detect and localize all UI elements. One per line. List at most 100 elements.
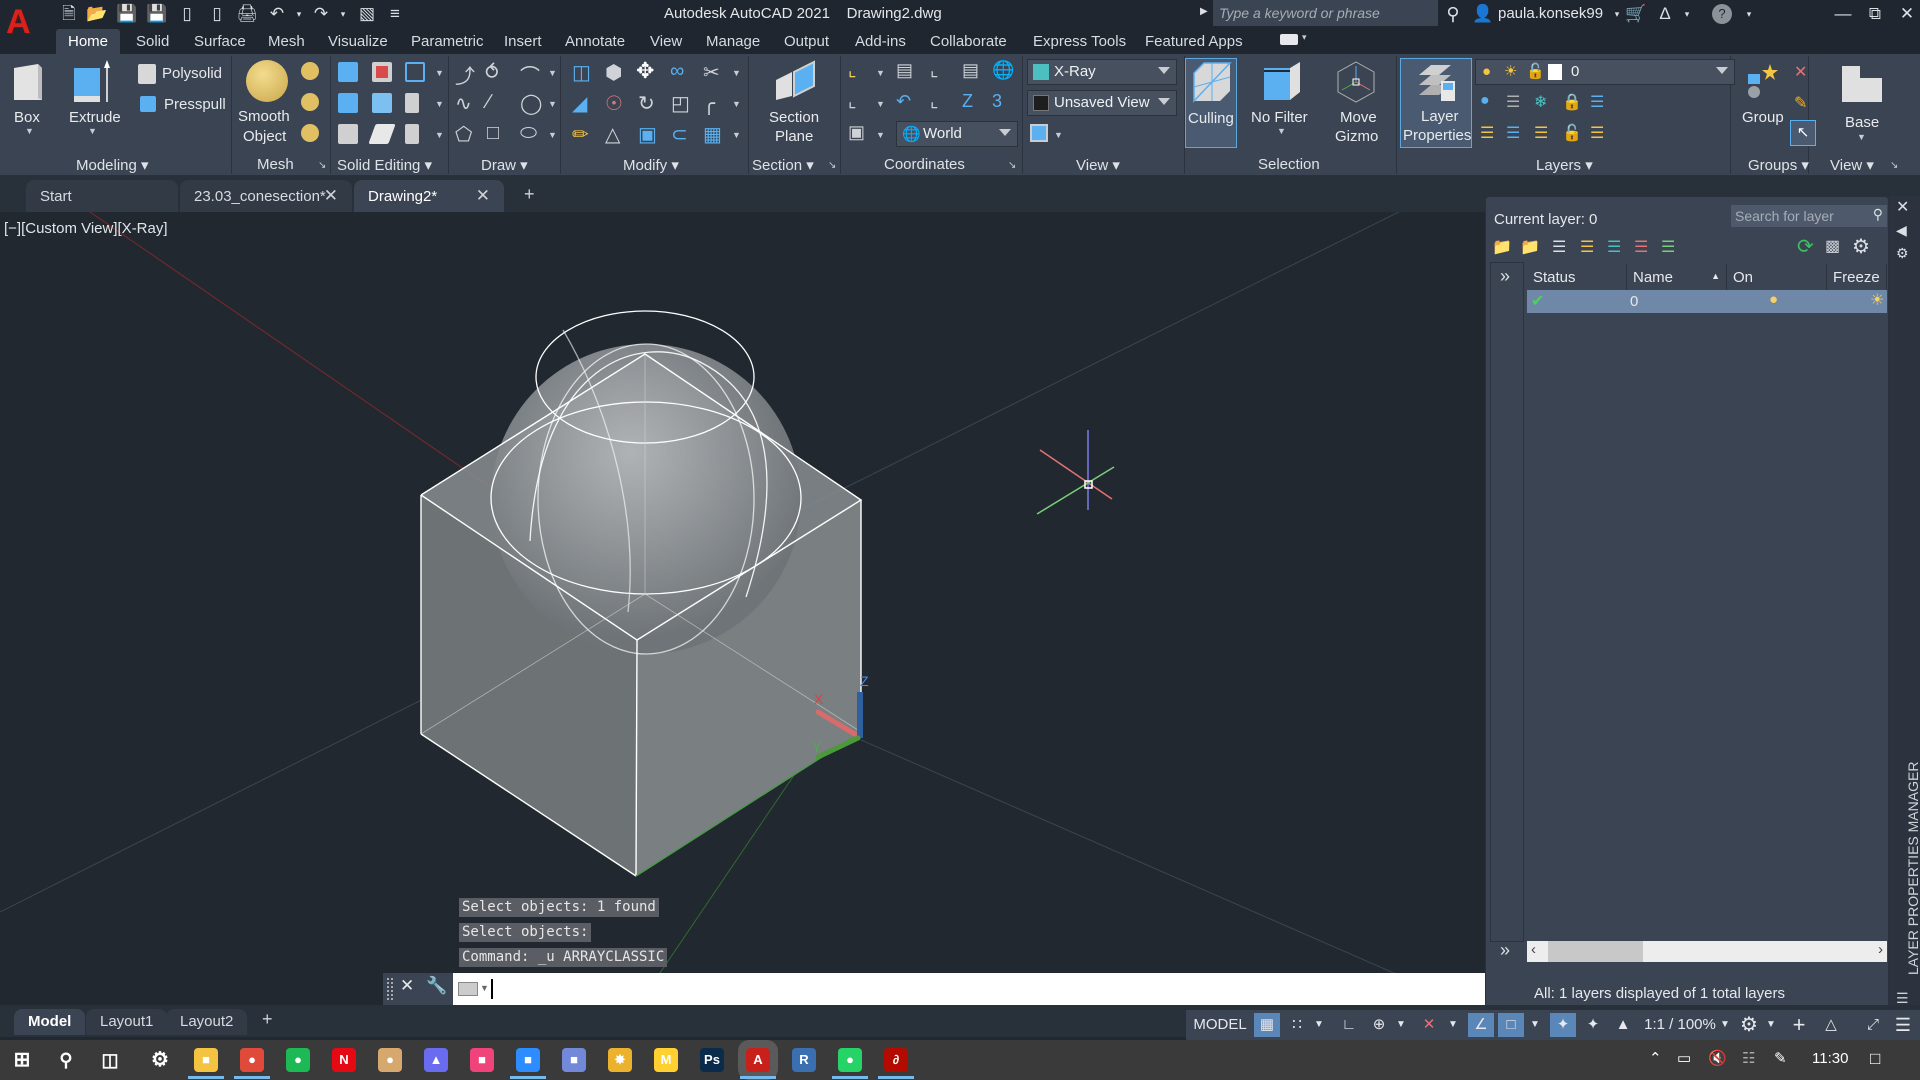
user-name[interactable]: paula.konsek99 [1498,5,1603,22]
view2-panel-label[interactable]: View ▾ [1830,156,1874,174]
command-close-icon[interactable]: ✕ [400,976,414,996]
palette-properties-icon[interactable]: ⚙ [1896,245,1909,262]
redo-icon[interactable]: ↷ [310,3,332,25]
ucs-world-icon[interactable]: 🌐 [992,60,1014,81]
taskbar-miro-icon[interactable]: M [654,1048,678,1072]
modeling-panel-label[interactable]: Modeling ▾ [76,156,149,174]
intersect-icon[interactable] [338,93,358,113]
group-selection-toggle-icon[interactable]: ↖ [1790,120,1816,146]
rectangle-icon[interactable]: □ [487,122,499,145]
polar-dropdown-icon[interactable]: ▼ [1394,1013,1408,1037]
stretch-icon[interactable]: ◰ [671,91,690,116]
ribbon-tab-home[interactable]: Home [56,29,121,54]
arc-icon[interactable]: ⌒ [520,60,540,89]
recent-commands-dropdown-icon[interactable]: ▼ [480,983,489,993]
offset-icon[interactable]: ⊂ [671,122,688,147]
palette-autohide-icon[interactable]: ◀ [1896,222,1907,239]
taskbar-autocad-icon[interactable]: A [746,1048,770,1072]
ribbon-tab-insert[interactable]: Insert [492,29,554,54]
taskbar-photoshop-icon[interactable]: Ps [700,1048,724,1072]
command-line-input[interactable]: ▼ ▲ [453,973,1533,1005]
column-name[interactable]: Name ▲ [1627,264,1727,292]
scale-icon[interactable]: ▣ [638,122,657,147]
ribbon-tab-view[interactable]: View [638,29,694,54]
scale-dropdown-icon[interactable]: ▼ [1718,1013,1732,1037]
ellipse-icon[interactable]: ⬭ [520,122,537,145]
layer-row[interactable]: ✔ 0 ● ☀ [1527,290,1887,313]
new-group-filter-icon[interactable]: 📁 [1520,237,1540,257]
isodraft-icon[interactable]: ✕ [1416,1013,1442,1037]
workspace-switching-gear-icon[interactable]: ⚙ [1736,1013,1762,1037]
line-icon[interactable]: ∕ [487,91,490,114]
circle-dropdown-icon[interactable]: ▼ [548,99,557,109]
layer-unisolate-icon[interactable]: ☰ [1506,123,1520,143]
ribbon-tab-visualize[interactable]: Visualize [316,29,400,54]
task-view-icon[interactable]: ◫ [98,1048,122,1072]
horizontal-scrollbar[interactable]: ‹ › [1527,941,1887,962]
layer-walk-icon[interactable]: ☰ [1590,123,1604,143]
ucs-named-icon[interactable]: ▤ [896,60,913,81]
extrude-dropdown-icon[interactable]: ▼ [88,126,97,136]
polar-tracking-icon[interactable]: ⊕ [1366,1013,1392,1037]
mesh-panel-label[interactable]: Mesh [257,156,294,173]
save-to-web-icon[interactable]: ▯ [206,3,228,25]
taskbar-chrome-icon[interactable]: ● [240,1048,264,1072]
taskbar-acrobat-icon[interactable]: ∂ [884,1048,908,1072]
ucs-face-icon[interactable]: ▣ [848,122,865,143]
isolate-objects-icon[interactable]: △ [1818,1013,1844,1037]
set-current-icon[interactable]: ☰ [1661,237,1675,257]
drawing-viewport[interactable]: X Y Z [0,212,1483,1012]
scrollbar-thumb[interactable] [1548,941,1643,962]
ucs-combo[interactable]: 🌐 World [896,121,1018,147]
taskbar-zoom-icon[interactable]: ■ [516,1048,540,1072]
settings-gear-icon[interactable]: ⚙ [1852,234,1870,259]
save-icon[interactable]: 💾 [116,3,138,25]
scale-3d-icon[interactable]: △ [605,122,620,147]
fillet-dropdown-icon[interactable]: ▼ [732,99,741,109]
copy-icon[interactable]: ∞ [670,60,684,83]
ucs-3-icon[interactable]: 3 [992,91,1002,112]
culling-button[interactable]: Culling [1185,58,1237,148]
recent-commands-icon[interactable] [458,982,478,996]
undo-dropdown-icon[interactable]: ▾ [288,3,310,25]
ribbon-tab-solid[interactable]: Solid [124,29,181,54]
section-launcher-icon[interactable]: ↘ [828,160,836,171]
new-tab-icon[interactable]: + [524,184,535,205]
notifications-icon[interactable]: □ [1870,1049,1880,1069]
mirror-icon[interactable]: ◫ [572,60,591,85]
layer-off-icon[interactable]: ● [1480,92,1490,110]
search-expand-icon[interactable]: ▶ [1200,6,1208,17]
rotate-icon[interactable]: ↻ [638,91,655,116]
grid-toggle-icon[interactable]: ▦ [1254,1013,1280,1037]
taskbar-app-orb-icon[interactable]: ● [378,1048,402,1072]
scroll-left-icon[interactable]: ‹ [1531,941,1536,958]
ribbon-tab-mesh[interactable]: Mesh [256,29,317,54]
ribbon-tab-add-ins[interactable]: Add-ins [843,29,918,54]
open-from-web-icon[interactable]: ▯ [176,3,198,25]
customization-menu-icon[interactable]: ☰ [1890,1013,1916,1037]
visual-style-combo[interactable]: X-Ray [1027,59,1177,85]
ungroup-icon[interactable]: ✕ [1794,62,1807,82]
layer-thaw-all-icon[interactable]: ☰ [1534,123,1548,143]
expand-filters-icon[interactable]: » [1500,266,1510,287]
ribbon-tab-surface[interactable]: Surface [182,29,258,54]
battery-icon[interactable]: ▭ [1677,1049,1691,1067]
box-dropdown-icon[interactable]: ▼ [25,126,34,136]
ucs-object-icon[interactable]: ⌞ [930,91,938,112]
show-hidden-icons-icon[interactable]: ⌃ [1649,1049,1662,1067]
ucs-draw-icon[interactable]: ⥀ [485,60,499,85]
smooth-less-icon[interactable] [301,93,319,111]
layout-tab-layout2[interactable]: Layout2 [166,1009,248,1035]
save-as-icon[interactable]: 💾 [146,3,168,25]
new-layer-icon[interactable]: ☰ [1580,237,1594,257]
polyline-icon[interactable]: ⤴ [455,60,475,89]
ucs-z-icon[interactable]: Z [962,91,973,112]
layer-properties-button[interactable]: Layer Properties [1400,58,1472,148]
scroll-right-icon[interactable]: › [1878,941,1883,958]
cart-icon[interactable]: 🛒 [1625,3,1647,25]
layer-match-icon[interactable]: ☰ [1590,92,1604,112]
column-freeze[interactable]: Freeze [1827,264,1887,292]
coordinates-launcher-icon[interactable]: ↘ [1008,160,1016,171]
column-status[interactable]: Status [1527,264,1627,292]
taskbar-app-flame-icon[interactable]: ▲ [424,1048,448,1072]
